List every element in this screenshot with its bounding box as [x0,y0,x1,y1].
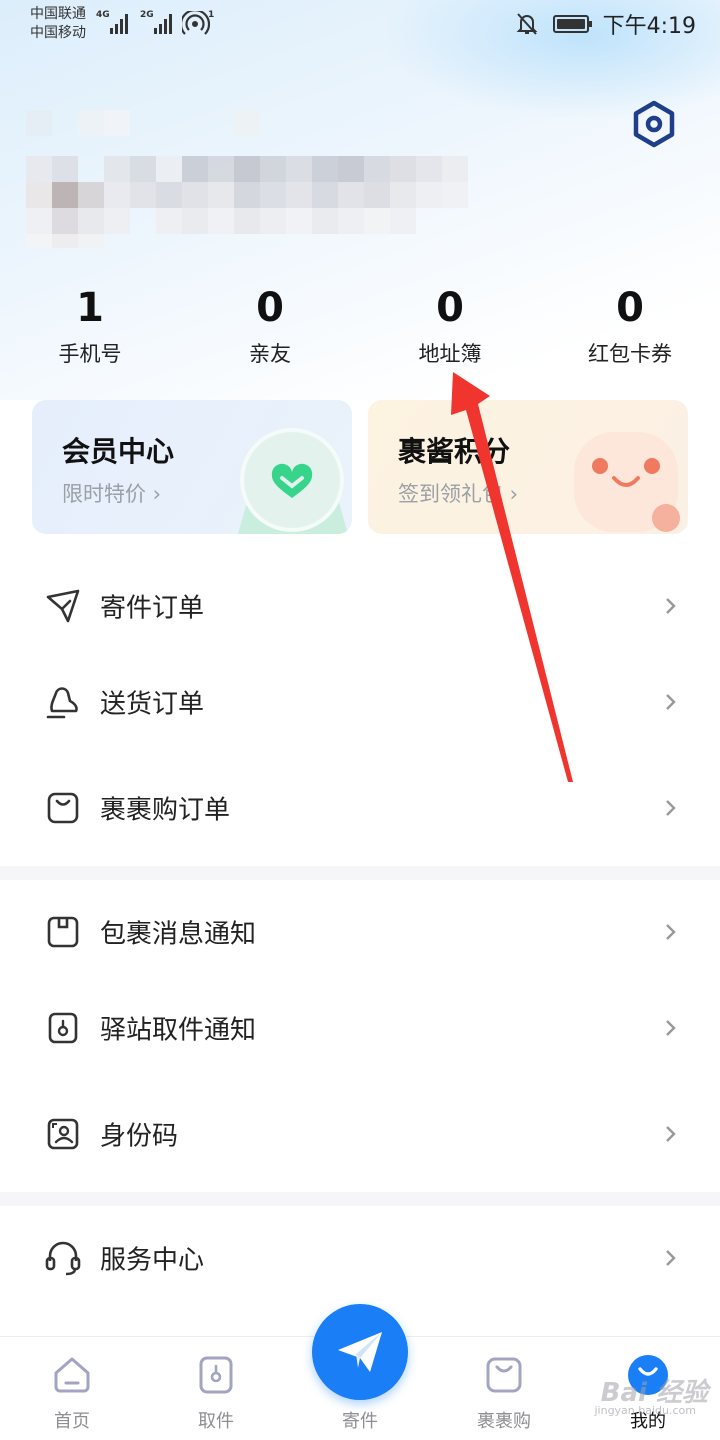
paper-plane-icon [46,589,80,623]
battery-icon [552,15,592,33]
network-type-2: 2G [140,10,154,20]
pixelated-mosaic [26,110,468,248]
stat-address-book[interactable]: 0 地址簿 [360,282,540,368]
menu-id-code[interactable]: 身份码 [0,1086,720,1182]
section-divider [0,1192,720,1206]
menu-send-orders-label: 寄件订单 [100,593,205,624]
chevron-right-icon [666,1126,676,1142]
menu-send-orders[interactable]: 寄件订单 [0,558,720,654]
tab-home[interactable]: 首页 [0,1337,144,1440]
mascot-icon [574,432,680,532]
chevron-right-icon [666,598,676,614]
member-center-subtitle: 限时特价 › [62,482,162,506]
chevron-right-icon [666,694,676,710]
tab-pickup[interactable]: 取件 [144,1337,288,1440]
network-type-1: 4G [96,10,110,20]
package-icon [47,916,79,948]
menu-station-notifications-label: 驿站取件通知 [100,1015,257,1046]
menu-station-notifications[interactable]: 驿站取件通知 [0,980,720,1076]
stat-friends-value: 0 [256,285,284,331]
tab-home-label: 首页 [54,1411,90,1432]
menu-service-center-label: 服务中心 [100,1245,205,1276]
headset-icon [45,1241,81,1276]
chevron-right-icon [666,1250,676,1266]
stat-address-book-label: 地址簿 [418,342,482,366]
menu-service-center[interactable]: 服务中心 [0,1210,720,1306]
carrier-1: 中国联通 [30,6,86,22]
mute-bell-icon [516,13,538,35]
stat-phone[interactable]: 1 手机号 [0,282,180,368]
status-right: 下午4:19 [515,8,696,40]
stat-phone-label: 手机号 [58,342,122,366]
member-center-card[interactable]: 会员中心 限时特价 › [32,400,352,534]
menu-delivery-orders-label: 送货订单 [100,689,205,720]
carrier-names: 中国联通 中国移动 [30,5,86,43]
menu-shop-orders-label: 裹裹购订单 [100,795,231,826]
menu-delivery-orders[interactable]: 送货订单 [0,654,720,750]
id-code-icon [47,1118,79,1150]
stat-coupons[interactable]: 0 红包卡券 [540,282,720,368]
tab-shop[interactable]: 裹裹购 [432,1337,576,1440]
menu-package-notifications-label: 包裹消息通知 [100,919,257,950]
chevron-right-icon [666,1020,676,1036]
hotspot-count: 1 [208,10,215,20]
shopping-bag-icon [47,792,79,824]
menu-shop-orders[interactable]: 裹裹购订单 [0,760,720,856]
status-bar: 中国联通 中国移动 4G 2G 1 下午4:19 [0,0,720,48]
bag-icon [486,1357,522,1393]
station-icon [48,1012,78,1044]
tab-shop-label: 裹裹购 [477,1411,531,1432]
menu-package-notifications[interactable]: 包裹消息通知 [0,884,720,980]
profile-info-obscured [0,100,720,260]
tab-send-label: 寄件 [342,1411,378,1432]
points-title: 裹酱积分 [398,435,511,468]
stat-phone-value: 1 [76,285,104,331]
pickup-icon [199,1356,233,1394]
menu-id-code-label: 身份码 [100,1121,179,1152]
stat-coupons-label: 红包卡券 [588,342,672,366]
carrier-2: 中国移动 [30,25,86,41]
tab-pickup-label: 取件 [198,1411,234,1432]
home-icon [54,1357,90,1393]
stat-address-book-value: 0 [436,285,464,331]
heart-bubble-icon [238,428,348,534]
delivery-icon [46,687,78,719]
clock: 下午4:19 [602,14,696,39]
send-button[interactable] [312,1304,408,1400]
points-subtitle: 签到领礼包 › [398,482,519,506]
stat-friends-label: 亲友 [249,342,291,366]
hotspot-icon [182,11,210,35]
chevron-right-icon [666,800,676,816]
send-icon [338,1332,382,1372]
stat-coupons-value: 0 [616,285,644,331]
stat-friends[interactable]: 0 亲友 [180,282,360,368]
member-center-title: 会员中心 [62,435,175,468]
chevron-right-icon [666,924,676,940]
points-card[interactable]: 裹酱积分 签到领礼包 › [368,400,688,534]
baidu-watermark-url: jingyan.baidu.com [594,1404,696,1417]
section-divider [0,866,720,880]
